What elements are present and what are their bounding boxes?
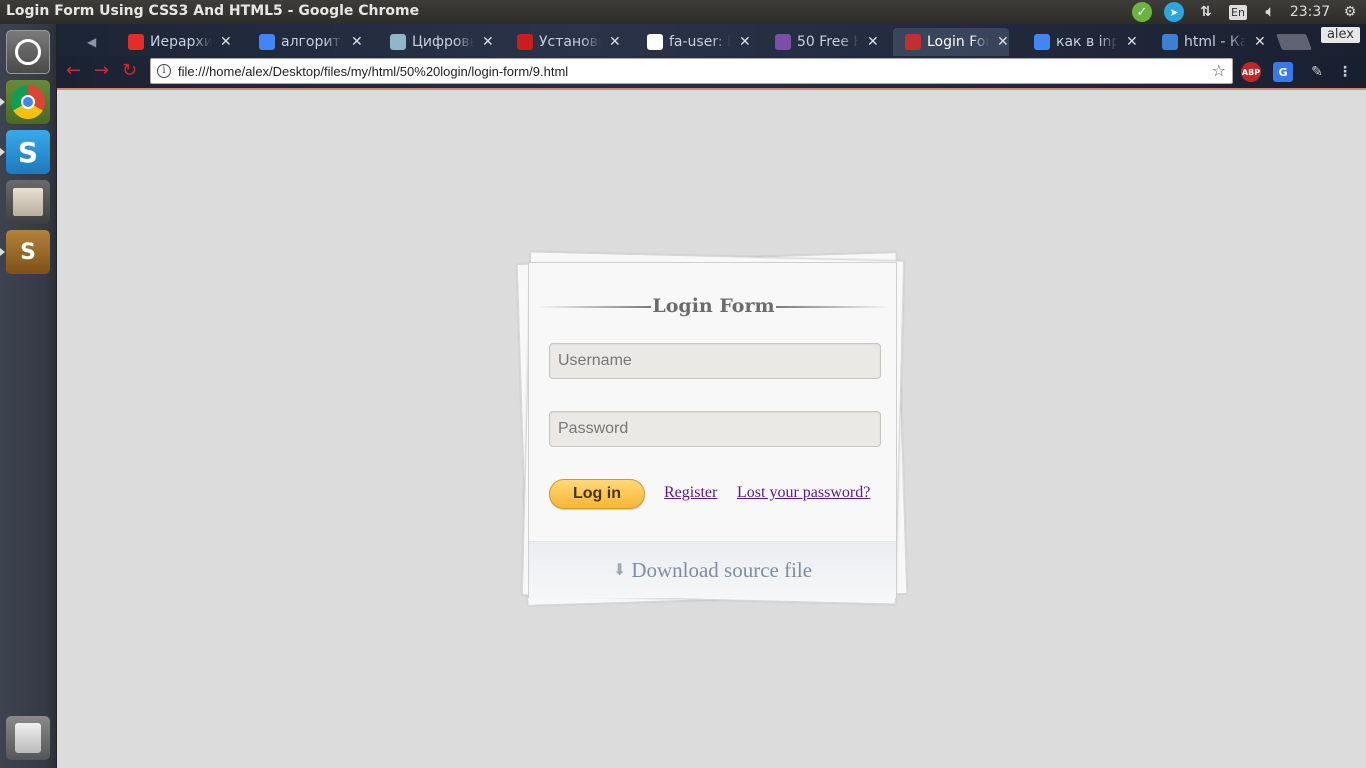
address-bar[interactable]: i file:///home/alex/Desktop/files/my/htm… [150, 58, 1233, 84]
reload-icon[interactable]: ↻ [122, 60, 137, 81]
flag-icon [647, 34, 663, 50]
tab-close-icon[interactable]: ✕ [220, 34, 232, 50]
tab[interactable]: Login For... ✕ [893, 28, 1009, 56]
tab-label: Цифровы... [412, 34, 474, 50]
files-launcher-icon[interactable] [6, 180, 50, 224]
tab-label: Login For... [927, 34, 989, 50]
tab-strip: ◀ Иерархи...✕алгоритм✕Цифровы...✕Установ… [57, 24, 1366, 56]
tab-label: алгоритм [281, 34, 343, 50]
tab-close-icon[interactable]: ✕ [609, 34, 621, 50]
tab-label: html - Как... [1184, 34, 1246, 50]
tab-label: Иерархи... [150, 34, 212, 50]
dash-home-icon[interactable] [6, 30, 50, 74]
tab-muted[interactable]: ◀ [75, 28, 96, 56]
top-panel: Login Form Using CSS3 And HTML5 - Google… [0, 0, 1366, 24]
password-input[interactable] [549, 411, 881, 447]
clock[interactable]: 23:37 [1286, 0, 1334, 24]
tab-close-icon[interactable]: ✕ [867, 34, 879, 50]
login-form-card: Login Form Log in Register Lost your pas… [528, 262, 897, 598]
tab-label: Установк... [539, 34, 601, 50]
google-translate-icon[interactable]: G [1273, 62, 1293, 82]
stackoverflow-icon [1162, 34, 1178, 50]
running-indicator [0, 98, 5, 106]
window-title: Login Form Using CSS3 And HTML5 - Google… [6, 3, 420, 19]
volume-icon[interactable]: 🔈︎ [1254, 0, 1286, 24]
tab-label: как в inpu... [1056, 34, 1118, 50]
url-text[interactable]: file:///home/alex/Desktop/files/my/html/… [178, 64, 568, 79]
register-link[interactable]: Register [664, 484, 717, 502]
habr-icon [390, 34, 406, 50]
google-icon [259, 34, 275, 50]
site-info-icon[interactable]: i [157, 64, 171, 78]
tab-close-icon[interactable]: ✕ [739, 34, 751, 50]
login-button[interactable]: Log in [549, 479, 645, 509]
tab[interactable]: как в inpu... ✕ [1022, 28, 1138, 56]
chrome-launcher-icon[interactable] [6, 80, 50, 124]
tab-close-icon[interactable]: ✕ [1254, 34, 1266, 50]
redhat-icon [517, 34, 533, 50]
eyedropper-icon[interactable]: ✎ [1307, 62, 1327, 82]
tab[interactable]: алгоритм ✕ [247, 28, 363, 56]
tab[interactable]: html - Как... ✕ [1150, 28, 1266, 56]
download-label: Download source file [631, 557, 813, 582]
page-viewport: Login Form Log in Register Lost your pas… [57, 90, 1366, 768]
launcher: S S [0, 24, 57, 768]
speaker-icon: ◀ [87, 35, 97, 49]
running-indicator [0, 248, 5, 256]
title-rule-right [776, 306, 890, 308]
skype-launcher-icon[interactable]: S [6, 130, 50, 174]
browser-toolbar: ← → ↻ i file:///home/alex/Desktop/files/… [57, 56, 1366, 88]
tab-label: fa-user: F... [669, 34, 731, 50]
tab-label: 50 Free H... [797, 34, 859, 50]
tab-close-icon[interactable]: ✕ [1126, 34, 1138, 50]
running-indicator [0, 148, 5, 156]
system-tray: ✓ ➤ ⇅ En 🔈︎ 23:37 ⚙ [1126, 0, 1366, 24]
page-icon [905, 34, 921, 50]
sync-status-icon[interactable]: ✓ [1126, 0, 1158, 24]
download-source-link[interactable]: ⬇ Download source file [529, 541, 896, 598]
network-icon[interactable]: ⇅ [1190, 0, 1222, 24]
tab[interactable]: fa-user: F... ✕ [635, 28, 751, 56]
youtube-icon [128, 34, 144, 50]
tab-close-icon[interactable]: ✕ [482, 34, 494, 50]
tab-close-icon[interactable]: ✕ [997, 34, 1009, 50]
download-icon: ⬇ [612, 562, 627, 579]
telegram-icon[interactable]: ➤ [1158, 0, 1190, 24]
settings-gear-icon[interactable]: ⚙ [1334, 0, 1366, 24]
tab[interactable]: Иерархи... ✕ [116, 28, 232, 56]
colorlib-icon [775, 34, 791, 50]
trash-icon[interactable] [6, 716, 50, 760]
lost-password-link[interactable]: Lost your password? [737, 484, 870, 502]
new-tab-button[interactable] [1276, 34, 1312, 50]
google-icon [1034, 34, 1050, 50]
username-input[interactable] [549, 343, 881, 379]
bookmark-star-icon[interactable]: ☆ [1212, 61, 1226, 80]
back-icon[interactable]: ← [66, 60, 81, 81]
tab-close-icon[interactable]: ✕ [351, 34, 363, 50]
menu-icon[interactable]: ⋮ [1335, 62, 1355, 82]
forward-icon[interactable]: → [94, 60, 109, 81]
adblock-plus-icon[interactable]: ABP [1241, 62, 1261, 82]
sublime-text-launcher-icon[interactable]: S [6, 230, 50, 274]
tab[interactable]: Цифровы... ✕ [378, 28, 494, 56]
tab[interactable]: 50 Free H... ✕ [763, 28, 879, 56]
keyboard-layout[interactable]: En [1222, 0, 1254, 24]
profile-button[interactable]: alex [1320, 27, 1360, 43]
form-header: Login Form [537, 295, 890, 317]
tab[interactable]: Установк... ✕ [505, 28, 621, 56]
